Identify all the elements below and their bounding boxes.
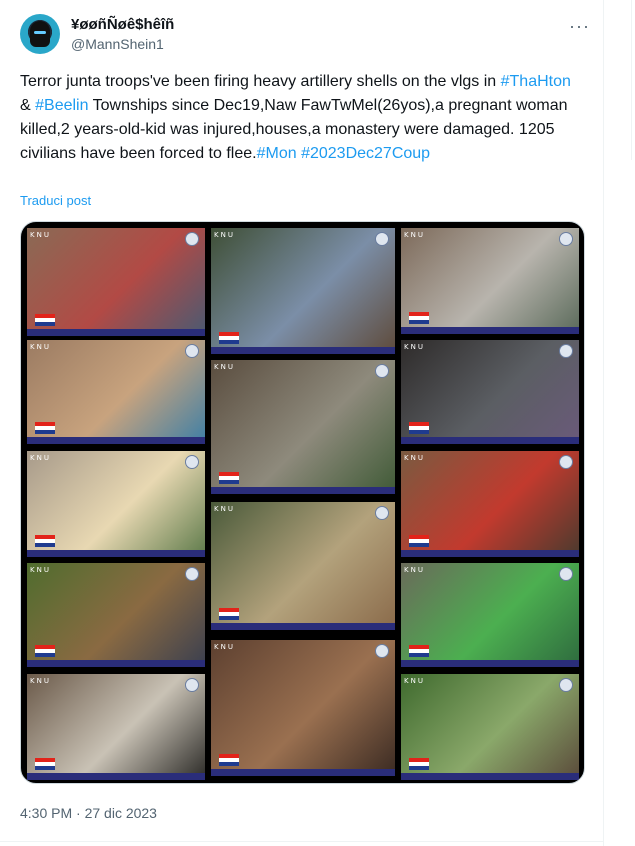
flag-icon: [409, 758, 429, 770]
avatar-figure: [30, 21, 50, 47]
seal-icon: [185, 344, 199, 358]
flag-icon: [35, 645, 55, 657]
hashtag-link[interactable]: #2023Dec27Coup: [301, 145, 430, 162]
display-name[interactable]: ¥øøñÑøê$hêîñ: [71, 16, 174, 34]
flag-icon: [219, 332, 239, 344]
seal-icon: [185, 567, 199, 581]
media-photo[interactable]: KNU: [27, 451, 205, 557]
flag-icon: [35, 758, 55, 770]
watermark-logo: KNU: [30, 231, 51, 239]
photo-band: [27, 773, 205, 780]
seal-icon: [185, 232, 199, 246]
watermark-logo: KNU: [30, 566, 51, 574]
watermark-logo: KNU: [30, 677, 51, 685]
media-photo[interactable]: KNU: [401, 340, 579, 444]
seal-icon: [375, 644, 389, 658]
seal-icon: [185, 678, 199, 692]
translate-post-link[interactable]: Traduci post: [20, 193, 91, 208]
right-rail: [604, 0, 635, 846]
flag-icon: [409, 422, 429, 434]
watermark-logo: KNU: [214, 363, 235, 371]
photo-band: [401, 773, 579, 780]
author-names: ¥øøñÑøê$hêîñ @MannShein1: [71, 16, 174, 54]
media-photo[interactable]: KNU: [401, 563, 579, 667]
tweet-text-segment: Terror junta troops've been firing heavy…: [20, 73, 501, 90]
photo-band: [27, 660, 205, 667]
media-photo[interactable]: KNU: [401, 674, 579, 780]
flag-icon: [219, 608, 239, 620]
watermark-logo: KNU: [404, 454, 425, 462]
photo-band: [401, 327, 579, 334]
photo-band: [27, 437, 205, 444]
watermark-logo: KNU: [214, 505, 235, 513]
watermark-logo: KNU: [214, 643, 235, 651]
flag-icon: [219, 754, 239, 766]
hashtag-link[interactable]: #Beelin: [35, 97, 88, 114]
seal-icon: [559, 678, 573, 692]
flag-icon: [35, 422, 55, 434]
flag-icon: [35, 535, 55, 547]
seal-icon: [559, 344, 573, 358]
avatar[interactable]: [20, 14, 60, 54]
tweet-header: ¥øøñÑøê$hêîñ @MannShein1 ···: [20, 12, 590, 58]
hashtag-link[interactable]: #ThaHton: [501, 73, 571, 90]
watermark-logo: KNU: [30, 454, 51, 462]
photo-band: [211, 769, 395, 776]
media-photo[interactable]: KNU: [211, 640, 395, 776]
avatar-eyes: [34, 31, 46, 34]
more-horizontal-icon[interactable]: ···: [569, 16, 590, 37]
photo-band: [27, 550, 205, 557]
flag-icon: [219, 472, 239, 484]
photo-band: [211, 487, 395, 494]
flag-icon: [409, 535, 429, 547]
watermark-logo: KNU: [404, 343, 425, 351]
media-photo[interactable]: KNU: [401, 228, 579, 334]
media-photo[interactable]: KNU: [27, 228, 205, 336]
tweet-text-segment: &: [20, 97, 36, 114]
tweet-text: Terror junta troops've been firing heavy…: [20, 70, 580, 166]
flag-icon: [409, 312, 429, 324]
photo-band: [211, 623, 395, 630]
watermark-logo: KNU: [404, 231, 425, 239]
watermark-logo: KNU: [214, 231, 235, 239]
media-grid[interactable]: KNU KNU KNU KNU KNU KNU KNU KNU KNU KNU KNU KNU KNU K…: [20, 221, 585, 784]
photo-band: [401, 437, 579, 444]
watermark-logo: KNU: [30, 343, 51, 351]
media-photo[interactable]: KNU: [27, 563, 205, 667]
photo-band: [27, 329, 205, 336]
seal-icon: [559, 455, 573, 469]
media-photo[interactable]: KNU: [401, 451, 579, 557]
media-photo[interactable]: KNU: [211, 502, 395, 630]
media-photo[interactable]: KNU: [211, 360, 395, 494]
watermark-logo: KNU: [404, 566, 425, 574]
seal-icon: [375, 364, 389, 378]
media-photo[interactable]: KNU: [27, 674, 205, 780]
photo-band: [401, 660, 579, 667]
seal-icon: [185, 455, 199, 469]
photo-band: [211, 347, 395, 354]
timestamp[interactable]: 4:30 PM · 27 dic 2023: [20, 805, 157, 821]
watermark-logo: KNU: [404, 677, 425, 685]
flag-icon: [35, 314, 55, 326]
hashtag-link[interactable]: #Mon: [257, 145, 297, 162]
divider: [0, 841, 603, 842]
seal-icon: [559, 567, 573, 581]
tweet-column: ¥øøñÑøê$hêîñ @MannShein1 ··· Terror junt…: [0, 0, 604, 846]
seal-icon: [375, 506, 389, 520]
media-photo[interactable]: KNU: [211, 228, 395, 354]
user-handle[interactable]: @MannShein1: [71, 34, 174, 54]
seal-icon: [559, 232, 573, 246]
seal-icon: [375, 232, 389, 246]
flag-icon: [409, 645, 429, 657]
rail-divider: [631, 0, 632, 160]
photo-band: [401, 550, 579, 557]
media-photo[interactable]: KNU: [27, 340, 205, 444]
